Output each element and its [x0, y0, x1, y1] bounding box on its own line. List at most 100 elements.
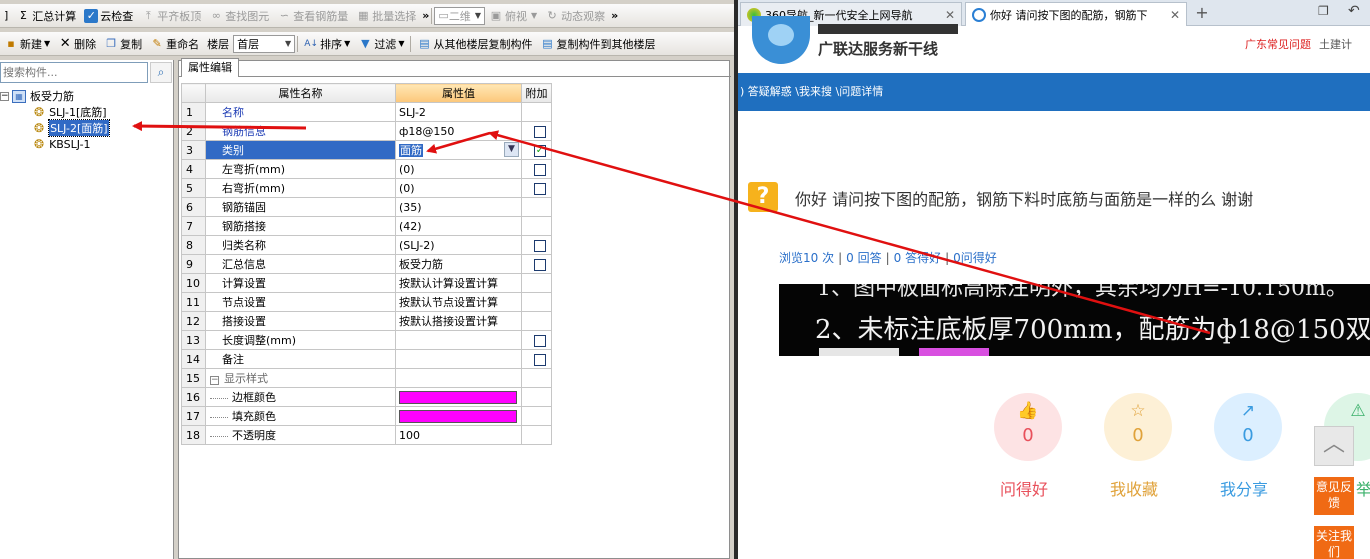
- stat-good-questions[interactable]: 0问得好: [953, 251, 997, 265]
- property-row[interactable]: 7 钢筋搭接 (42): [181, 216, 552, 236]
- rename-button[interactable]: ✎ 重命名: [146, 34, 203, 54]
- question-attachment-image[interactable]: 1、图中板面标高除注明外，其余均为H=-10.150m。 2、未标注底板厚700…: [779, 284, 1370, 356]
- color-swatch[interactable]: [399, 409, 517, 423]
- dynamic-observe-button[interactable]: ↻ 动态观察: [541, 6, 609, 26]
- property-row[interactable]: 8 归类名称 (SLJ-2): [181, 235, 552, 255]
- property-value[interactable]: 按默认搭接设置计算: [395, 311, 522, 331]
- property-value[interactable]: (35): [395, 197, 522, 217]
- stat-answers[interactable]: 0 回答: [846, 251, 881, 265]
- property-row[interactable]: 17 填充颜色: [181, 406, 552, 426]
- checked-checkbox[interactable]: ✓: [534, 144, 546, 157]
- restore-window-icon[interactable]: ❐: [1318, 4, 1329, 18]
- copy-from-floor-button[interactable]: ▤ 从其他楼层复制构件: [413, 34, 536, 54]
- property-row[interactable]: 13 长度调整(mm): [181, 330, 552, 350]
- floor-select[interactable]: 首层 ▼: [233, 34, 296, 53]
- view-angle-button[interactable]: ▣ 俯视 ▼: [485, 6, 541, 26]
- delete-button[interactable]: ✕ 删除: [54, 34, 100, 54]
- color-swatch[interactable]: [399, 390, 517, 404]
- property-row[interactable]: 5 右弯折(mm) (0): [181, 178, 552, 198]
- property-row[interactable]: 4 左弯折(mm) (0): [181, 159, 552, 179]
- find-element-button[interactable]: ∞ 查找图元: [205, 6, 273, 26]
- property-row[interactable]: 2 钢筋信息 ф18@150: [181, 121, 552, 141]
- sum-calculate-button[interactable]: Σ 汇总计算: [12, 6, 80, 26]
- color-value[interactable]: [395, 406, 522, 426]
- checkbox[interactable]: [534, 163, 546, 176]
- collapse-icon[interactable]: −: [0, 91, 9, 101]
- stat-views[interactable]: 浏览10 次: [779, 251, 834, 265]
- property-value[interactable]: (SLJ-2): [395, 235, 522, 255]
- sort-button[interactable]: A↓ 排序 ▼: [300, 34, 354, 54]
- scroll-to-top-button[interactable]: ︿: [1314, 426, 1354, 466]
- property-row[interactable]: 12 搭接设置 按默认搭接设置计算: [181, 311, 552, 331]
- stat-good-answers[interactable]: 0 答得好: [894, 251, 941, 265]
- property-row[interactable]: 9 汇总信息 板受力筋: [181, 254, 552, 274]
- bracket-button[interactable]: ]: [0, 6, 12, 26]
- property-value[interactable]: SLJ-2: [395, 102, 522, 122]
- property-row[interactable]: 3 类别 面筋 ▼ ✓: [181, 140, 552, 160]
- checkbox[interactable]: [534, 353, 546, 366]
- category-value-select[interactable]: 面筋 ▼: [395, 140, 522, 160]
- align-top-button[interactable]: ⤒ 平齐板顶: [137, 6, 205, 26]
- tree-item[interactable]: ❂ SLJ-1[底筋]: [34, 104, 107, 120]
- collapse-icon[interactable]: −: [210, 376, 219, 385]
- property-value[interactable]: 按默认节点设置计算: [395, 292, 522, 312]
- toolbar-overflow-button-2[interactable]: »: [611, 9, 618, 22]
- property-group-row[interactable]: 15− 显示样式: [181, 368, 552, 388]
- follow-us-button[interactable]: 关注我们: [1314, 526, 1354, 559]
- share-button[interactable]: ↗ 0: [1214, 393, 1282, 461]
- view-rebar-button[interactable]: ∽ 查看钢筋量: [273, 6, 352, 26]
- new-button[interactable]: ▪ 新建 ▼: [0, 34, 54, 54]
- new-tab-button[interactable]: +: [1191, 4, 1213, 24]
- component-search-input[interactable]: [0, 62, 148, 83]
- checkbox[interactable]: [534, 258, 546, 271]
- browser-tab-question[interactable]: 你好 请问按下图的配筋，钢筋下 ✕: [965, 2, 1187, 26]
- tree-item[interactable]: ❂ KBSLJ-1: [34, 136, 91, 152]
- breadcrumb[interactable]: ) 答疑解惑 \我来搜 \问题详情: [738, 73, 1370, 111]
- chevron-down-icon[interactable]: ▼: [504, 142, 519, 157]
- property-value[interactable]: 100: [395, 425, 522, 445]
- close-icon[interactable]: ✕: [939, 8, 955, 22]
- property-row[interactable]: 16 边框颜色: [181, 387, 552, 407]
- property-row[interactable]: 1 名称 SLJ-2: [181, 102, 552, 122]
- checkbox[interactable]: [534, 334, 546, 347]
- cloud-check-button[interactable]: ✓ 云检查: [80, 6, 137, 26]
- tree-root-node[interactable]: − ▦ 板受力筋: [0, 88, 74, 104]
- property-row[interactable]: 6 钢筋锚固 (35): [181, 197, 552, 217]
- property-row[interactable]: 14 备注: [181, 349, 552, 369]
- tab-property-edit[interactable]: 属性编辑: [181, 58, 239, 77]
- property-value[interactable]: 板受力筋: [395, 254, 522, 274]
- tree-item-selected[interactable]: ❂ SLJ-2[面筋]: [34, 119, 110, 137]
- favorite-label[interactable]: 我收藏: [1110, 476, 1158, 500]
- property-value[interactable]: (0): [395, 178, 522, 198]
- property-value[interactable]: [395, 330, 522, 350]
- header-link-civil[interactable]: 土建计: [1319, 36, 1352, 52]
- like-question-label[interactable]: 问得好: [1000, 476, 1048, 500]
- checkbox[interactable]: [534, 125, 546, 138]
- copy-to-floor-button[interactable]: ▤ 复制构件到其他楼层: [536, 34, 659, 54]
- like-question-button[interactable]: 👍 0: [994, 393, 1062, 461]
- batch-select-button[interactable]: ▦ 批量选择: [352, 6, 420, 26]
- checkbox[interactable]: [534, 182, 546, 195]
- report-label[interactable]: 举报: [1356, 476, 1370, 500]
- property-row[interactable]: 10 计算设置 按默认计算设置计算: [181, 273, 552, 293]
- copy-button[interactable]: ❐ 复制: [100, 34, 146, 54]
- filter-button[interactable]: ▼ 过滤 ▼: [354, 34, 408, 54]
- property-value[interactable]: ф18@150: [395, 121, 522, 141]
- property-row[interactable]: 11 节点设置 按默认节点设置计算: [181, 292, 552, 312]
- close-icon[interactable]: ✕: [1164, 8, 1180, 22]
- property-value[interactable]: (0): [395, 159, 522, 179]
- color-value[interactable]: [395, 387, 522, 407]
- undo-arrow-icon[interactable]: ↶: [1348, 3, 1360, 19]
- favorite-button[interactable]: ☆ 0: [1104, 393, 1172, 461]
- property-row[interactable]: 18 不透明度 100: [181, 425, 552, 445]
- feedback-button[interactable]: 意见反馈: [1314, 477, 1354, 515]
- share-label[interactable]: 我分享: [1220, 476, 1268, 500]
- property-value[interactable]: (42): [395, 216, 522, 236]
- search-icon[interactable]: ⌕: [150, 62, 172, 83]
- checkbox[interactable]: [534, 239, 546, 252]
- property-value[interactable]: [395, 349, 522, 369]
- view-mode-select[interactable]: ▭ 二维 ▼: [434, 6, 485, 25]
- toolbar-overflow-button[interactable]: »: [422, 9, 429, 22]
- header-link-guangdong-faq[interactable]: 广东常见问题: [1245, 36, 1311, 52]
- property-value[interactable]: 按默认计算设置计算: [395, 273, 522, 293]
